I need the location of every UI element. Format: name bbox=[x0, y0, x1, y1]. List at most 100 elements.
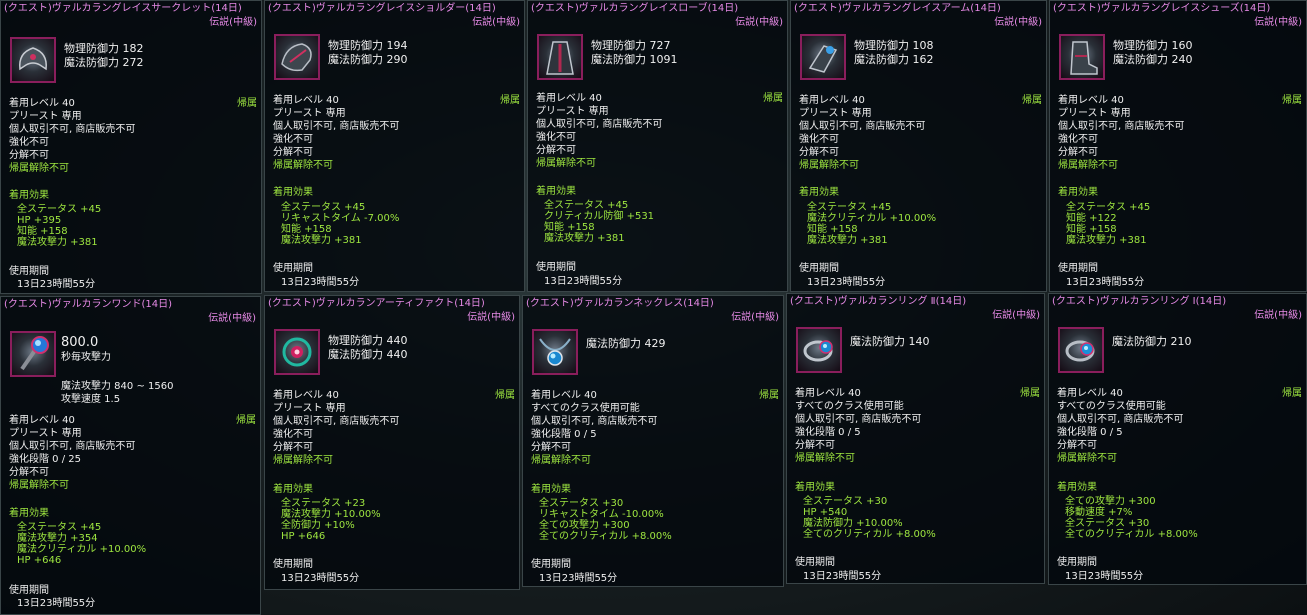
item-tooltip-arm: (クエスト)ヴァルカラングレイスアーム(14日) 伝説(中級) 物理防御力 10… bbox=[790, 0, 1047, 292]
period-heading: 使用期間 bbox=[9, 266, 49, 277]
bind-status: 帰属 bbox=[236, 415, 256, 426]
item-tooltip-shoulder: (クエスト)ヴァルカラングレイスショルダー(14日) 伝説(中級) 物理防御力 … bbox=[264, 0, 525, 292]
effect-line: 全ステータス +45 bbox=[544, 200, 629, 211]
period-value: 13日23時間55分 bbox=[281, 573, 360, 584]
effect-line: 全ての攻撃力 +300 bbox=[1065, 496, 1156, 507]
item-title: (クエスト)ヴァルカラングレイスサークレット(14日) bbox=[4, 3, 242, 14]
item-title: (クエスト)ヴァルカラングレイスシューズ(14日) bbox=[1053, 3, 1271, 14]
item-tooltip-necklace: (クエスト)ヴァルカランネックレス(14日) 伝説(中級) 魔法防御力 429 … bbox=[522, 295, 784, 587]
info-trade: 個人取引不可, 商店販売不可 bbox=[1057, 414, 1184, 425]
effect-line: 全てのクリティカル +8.00% bbox=[539, 531, 672, 542]
info-enhance: 強化不可 bbox=[273, 134, 313, 145]
item-title: (クエスト)ヴァルカラングレイスアーム(14日) bbox=[794, 3, 1001, 14]
info-disassemble: 分解不可 bbox=[9, 467, 49, 478]
shoes-icon bbox=[1059, 34, 1105, 80]
effect-line: 知能 +158 bbox=[1066, 224, 1117, 235]
info-enhance: 強化不可 bbox=[1058, 134, 1098, 145]
item-grade: 伝説(中級) bbox=[467, 312, 515, 323]
info-enhance: 強化不可 bbox=[273, 429, 313, 440]
stat-attack-speed: 攻撃速度 1.5 bbox=[61, 394, 121, 405]
stat-magic-def: 魔法防御力 240 bbox=[1113, 53, 1193, 66]
info-enhance: 強化段階 0 / 5 bbox=[531, 429, 597, 440]
item-title: (クエスト)ヴァルカランリング Ⅰ(14日) bbox=[1052, 296, 1227, 307]
info-unbind: 帰属解除不可 bbox=[273, 455, 333, 466]
bind-status: 帰属 bbox=[1282, 95, 1302, 106]
period-heading: 使用期間 bbox=[1058, 263, 1098, 274]
item-grade: 伝説(中級) bbox=[1254, 17, 1302, 28]
effect-line: 全ステータス +30 bbox=[803, 496, 888, 507]
effect-line: 全ての攻撃力 +300 bbox=[539, 520, 630, 531]
stat-magic-def: 魔法防御力 429 bbox=[586, 337, 666, 350]
info-class: すべてのクラス使用可能 bbox=[531, 403, 640, 414]
info-level: 着用レベル 40 bbox=[799, 95, 865, 106]
info-unbind: 帰属解除不可 bbox=[536, 158, 596, 169]
ring-icon bbox=[796, 327, 842, 373]
effects-heading: 着用効果 bbox=[9, 508, 49, 519]
bind-status: 帰属 bbox=[495, 390, 515, 401]
item-grade: 伝説(中級) bbox=[992, 310, 1040, 321]
ring-icon bbox=[1058, 327, 1104, 373]
period-heading: 使用期間 bbox=[795, 557, 835, 568]
item-title: (クエスト)ヴァルカラングレイスショルダー(14日) bbox=[268, 3, 496, 14]
stat-magic-attack: 魔法攻撃力 840 ~ 1560 bbox=[61, 381, 174, 392]
stat-physical-def: 物理防御力 108 bbox=[854, 39, 934, 52]
effect-line: 全ステータス +23 bbox=[281, 498, 366, 509]
item-tooltip-ring-1: (クエスト)ヴァルカランリング Ⅰ(14日) 伝説(中級) 魔法防御力 210 … bbox=[1048, 293, 1307, 585]
info-level: 着用レベル 40 bbox=[9, 415, 75, 426]
period-value: 13日23時間55分 bbox=[539, 573, 618, 584]
info-disassemble: 分解不可 bbox=[799, 147, 839, 158]
stat-magic-def: 魔法防御力 440 bbox=[328, 348, 408, 361]
info-trade: 個人取引不可, 商店販売不可 bbox=[9, 124, 136, 135]
info-disassemble: 分解不可 bbox=[273, 442, 313, 453]
item-tooltip-robe: (クエスト)ヴァルカラングレイスローブ(14日) 伝説(中級) 物理防御力 72… bbox=[527, 0, 788, 292]
bind-status: 帰属 bbox=[500, 95, 520, 106]
info-class: プリースト 専用 bbox=[9, 111, 82, 122]
effect-line: HP +395 bbox=[17, 215, 62, 226]
info-level: 着用レベル 40 bbox=[273, 95, 339, 106]
info-enhance: 強化不可 bbox=[536, 132, 576, 143]
info-enhance: 強化段階 0 / 5 bbox=[795, 427, 861, 438]
item-grade: 伝説(中級) bbox=[208, 313, 256, 324]
period-value: 13日23時間55分 bbox=[1065, 571, 1144, 582]
stat-physical-def: 物理防御力 194 bbox=[328, 39, 408, 52]
info-class: プリースト 専用 bbox=[9, 428, 82, 439]
item-title: (クエスト)ヴァルカラングレイスローブ(14日) bbox=[531, 3, 739, 14]
stat-magic-def: 魔法防御力 1091 bbox=[591, 53, 678, 66]
effects-heading: 着用効果 bbox=[9, 190, 49, 201]
bind-status: 帰属 bbox=[237, 98, 257, 109]
stat-magic-def: 魔法防御力 290 bbox=[328, 53, 408, 66]
effect-line: 全ステータス +30 bbox=[1065, 518, 1150, 529]
item-title: (クエスト)ヴァルカランアーティファクト(14日) bbox=[268, 298, 485, 309]
effect-line: 知能 +158 bbox=[807, 224, 858, 235]
stat-dps-value: 800.0 bbox=[61, 335, 99, 350]
effects-heading: 着用効果 bbox=[273, 187, 313, 198]
effects-heading: 着用効果 bbox=[1057, 482, 1097, 493]
item-title: (クエスト)ヴァルカランワンド(14日) bbox=[4, 299, 173, 310]
info-class: すべてのクラス使用可能 bbox=[1057, 401, 1166, 412]
effect-line: リキャストタイム -10.00% bbox=[539, 509, 664, 520]
effect-line: 知能 +158 bbox=[544, 222, 595, 233]
effects-heading: 着用効果 bbox=[795, 482, 835, 493]
info-disassemble: 分解不可 bbox=[273, 147, 313, 158]
effect-line: 知能 +158 bbox=[17, 226, 68, 237]
item-grade: 伝説(中級) bbox=[994, 17, 1042, 28]
info-disassemble: 分解不可 bbox=[1058, 147, 1098, 158]
arm-icon bbox=[800, 34, 846, 80]
stat-physical-def: 物理防御力 440 bbox=[328, 334, 408, 347]
effect-line: 全ステータス +45 bbox=[17, 522, 102, 533]
info-class: プリースト 専用 bbox=[536, 106, 609, 117]
info-level: 着用レベル 40 bbox=[536, 93, 602, 104]
effect-line: 知能 +122 bbox=[1066, 213, 1117, 224]
stat-magic-def: 魔法防御力 272 bbox=[64, 56, 144, 69]
info-level: 着用レベル 40 bbox=[9, 98, 75, 109]
info-unbind: 帰属解除不可 bbox=[273, 160, 333, 171]
effect-line: 知能 +158 bbox=[281, 224, 332, 235]
info-disassemble: 分解不可 bbox=[536, 145, 576, 156]
info-trade: 個人取引不可, 商店販売不可 bbox=[273, 416, 400, 427]
effect-line: 魔法攻撃力 +381 bbox=[281, 235, 362, 246]
effects-heading: 着用効果 bbox=[799, 187, 839, 198]
period-value: 13日23時間55分 bbox=[807, 277, 886, 288]
effect-line: 移動速度 +7% bbox=[1065, 507, 1133, 518]
period-value: 13日23時間55分 bbox=[17, 279, 96, 290]
item-tooltip-wand: (クエスト)ヴァルカランワンド(14日) 伝説(中級) 800.0 秒毎攻撃力 … bbox=[0, 296, 261, 615]
